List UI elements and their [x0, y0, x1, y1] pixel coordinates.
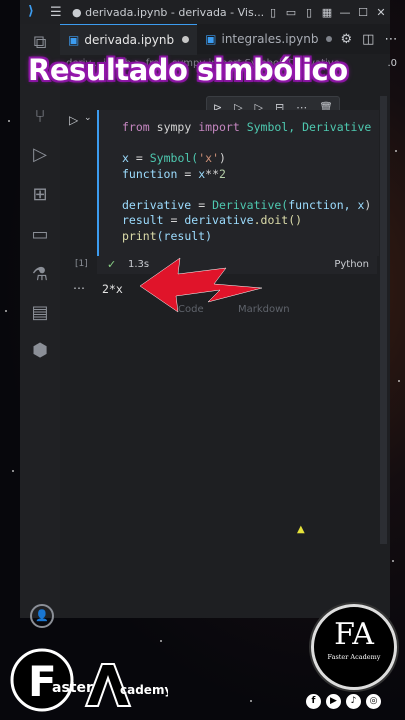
- social-icons: f ▶ ♪ ◎: [306, 694, 381, 709]
- code-token: =: [198, 197, 206, 212]
- close-button[interactable]: ✕: [372, 6, 390, 19]
- code-token: .doit(): [253, 213, 303, 227]
- cell-language[interactable]: Python: [334, 259, 369, 270]
- output-actions-icon[interactable]: ⋯: [73, 281, 85, 295]
- notebook-file-icon: ▣: [68, 32, 80, 47]
- video-headline: Resultado simbólico: [28, 53, 348, 87]
- code-token: =: [184, 166, 192, 181]
- tab-derivada[interactable]: ▣ derivada.ipynb: [60, 23, 198, 55]
- remote-explorer-icon[interactable]: ▭: [29, 224, 51, 246]
- minimize-button[interactable]: —: [336, 6, 354, 19]
- vscode-logo-icon: ⟩: [28, 4, 34, 19]
- code-token: derivative: [184, 213, 254, 227]
- faster-academy-badge: FA Faster Academy: [311, 604, 397, 690]
- code-token: x: [122, 151, 129, 165]
- faster-academy-logo: F aster A cademy: [10, 648, 168, 712]
- explorer-icon[interactable]: ⧉: [29, 32, 51, 54]
- kernel-picker[interactable]: .0: [387, 54, 397, 74]
- python-icon[interactable]: ⬢: [29, 340, 51, 362]
- code-token: ): [219, 151, 226, 165]
- window-title: ● derivada.ipynb - derivada - Vis...: [72, 5, 264, 19]
- chevron-down-icon[interactable]: ⌄: [84, 113, 92, 123]
- split-editor-icon[interactable]: ◫: [362, 32, 374, 47]
- badge-initials: FA: [334, 617, 374, 652]
- notebook-icon[interactable]: ▤: [29, 302, 51, 324]
- code-token: =: [170, 213, 178, 227]
- code-token: print: [122, 228, 157, 243]
- youtube-icon[interactable]: ▶: [326, 694, 341, 709]
- code-token: **: [205, 166, 219, 181]
- run-debug-icon[interactable]: ▷: [29, 144, 51, 166]
- code-token: Symbol, Derivative: [246, 120, 372, 134]
- code-token: Symbol(: [149, 151, 199, 165]
- code-token: derivative: [122, 197, 192, 212]
- code-editor[interactable]: from sympy import Symbol, Derivative x =…: [122, 120, 371, 244]
- mouse-cursor-icon: ▲: [297, 524, 305, 535]
- code-token: =: [135, 151, 143, 165]
- editor-tabs: ▣ derivada.ipynb ▣ integrales.ipynb ⚙ ◫ …: [60, 23, 397, 55]
- run-cell-icon[interactable]: ▷: [69, 113, 78, 127]
- more-actions-icon[interactable]: ⋯: [384, 32, 397, 47]
- source-control-icon[interactable]: ⑂: [29, 106, 51, 128]
- code-token: ): [364, 197, 372, 212]
- extensions-icon[interactable]: ⊞: [29, 184, 51, 206]
- logo-word-aster: aster: [52, 680, 93, 696]
- unsaved-dot-icon[interactable]: [326, 36, 333, 42]
- execution-count: [1]: [75, 259, 88, 269]
- code-token: result: [122, 213, 164, 227]
- scrollbar[interactable]: [380, 96, 387, 544]
- tab-label: derivada.ipynb: [84, 32, 175, 47]
- layout-secondary-icon[interactable]: ▯: [300, 6, 318, 19]
- cell-output: 2*x: [102, 282, 123, 296]
- account-icon[interactable]: 👤: [30, 604, 54, 628]
- tab-label: integrales.ipynb: [221, 32, 319, 46]
- code-token: 'x': [198, 151, 219, 165]
- badge-name: Faster Academy: [327, 653, 381, 661]
- maximize-button[interactable]: ☐: [354, 6, 372, 19]
- layout-panel-icon[interactable]: ▭: [282, 6, 300, 19]
- instagram-icon[interactable]: ◎: [366, 694, 381, 709]
- code-token: import: [198, 120, 240, 134]
- check-icon: ✓: [107, 258, 117, 271]
- tiktok-icon[interactable]: ♪: [346, 694, 361, 709]
- menu-icon[interactable]: ☰: [50, 5, 66, 20]
- layout-sidebar-icon[interactable]: ▯: [264, 6, 282, 19]
- tab-actions: ⚙ ◫ ⋯: [340, 32, 405, 47]
- activity-bar: ⧉ ⑂ ▷ ⊞ ▭ ⚗ ▤ ⬢: [20, 24, 60, 618]
- testing-icon[interactable]: ⚗: [29, 264, 51, 286]
- code-token: function, x: [288, 197, 365, 212]
- unsaved-dot-icon[interactable]: [182, 36, 190, 43]
- code-token: 2: [219, 166, 226, 181]
- customize-layout-icon[interactable]: ▦: [318, 6, 336, 19]
- red-arrow-icon: [139, 257, 263, 313]
- code-token: from: [122, 120, 150, 134]
- logo-word-cademy: cademy: [120, 683, 168, 697]
- facebook-icon[interactable]: f: [306, 694, 321, 709]
- code-token: (result): [156, 228, 213, 243]
- gear-icon[interactable]: ⚙: [340, 32, 352, 47]
- code-token: sympy: [156, 120, 192, 134]
- notebook-file-icon: ▣: [205, 32, 217, 46]
- code-token: function: [122, 166, 178, 181]
- title-bar: ⟩ ☰ ● derivada.ipynb - derivada - Vis...…: [20, 0, 390, 24]
- tab-integrales[interactable]: ▣ integrales.ipynb: [197, 24, 340, 54]
- code-token: Derivative(: [212, 197, 289, 212]
